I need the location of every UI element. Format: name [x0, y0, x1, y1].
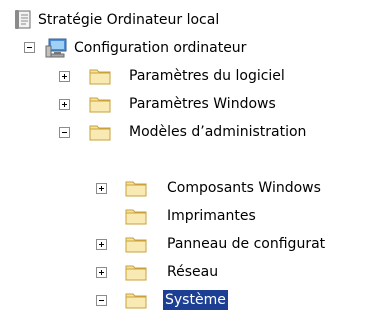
tree-node-root[interactable]: Stratégie Ordinateur local [0, 6, 389, 34]
collapse-toggle[interactable] [96, 295, 107, 306]
tree-node-label: Imprimantes [167, 208, 256, 224]
folder-icon [88, 93, 112, 115]
tree-node-printers[interactable]: Imprimantes [0, 202, 389, 230]
folder-icon [88, 65, 112, 87]
group-policy-tree: Stratégie Ordinateur local Configuration… [0, 0, 389, 324]
tree-node-label: Paramètres Windows [129, 96, 276, 112]
expand-toggle[interactable] [59, 71, 70, 82]
tree-node-label: Configuration ordinateur [74, 40, 247, 56]
expand-toggle[interactable] [96, 183, 107, 194]
computer-icon [45, 37, 69, 59]
tree-node-system[interactable]: Système [0, 286, 389, 314]
tree-node-computer-configuration[interactable]: Configuration ordinateur [0, 34, 389, 62]
collapse-toggle[interactable] [59, 127, 70, 138]
tree-node-label: Modèles d’administration [129, 124, 307, 140]
tree-node-label: Panneau de configurat [167, 236, 326, 252]
folder-icon [124, 289, 148, 311]
expand-toggle[interactable] [59, 99, 70, 110]
tree-node-label-selected: Système [162, 289, 229, 311]
tree-node-windows-components[interactable]: Composants Windows [0, 174, 389, 202]
tree-node-administrative-templates[interactable]: Modèles d’administration [0, 118, 389, 146]
tree-node-label: Paramètres du logiciel [129, 68, 285, 84]
tree-node-label: Composants Windows [167, 180, 321, 196]
tree-node-label: Stratégie Ordinateur local [38, 12, 220, 28]
folder-icon [124, 233, 148, 255]
folder-icon [88, 121, 112, 143]
tree-node-windows-settings[interactable]: Paramètres Windows [0, 90, 389, 118]
tree-node-label: Réseau [167, 264, 219, 280]
expand-toggle[interactable] [96, 239, 107, 250]
policy-document-icon [14, 9, 34, 31]
folder-icon [124, 177, 148, 199]
expand-toggle[interactable] [96, 267, 107, 278]
folder-icon [124, 261, 148, 283]
collapse-toggle[interactable] [24, 42, 35, 53]
tree-node-control-panel[interactable]: Panneau de configurat [0, 230, 389, 258]
tree-node-software-settings[interactable]: Paramètres du logiciel [0, 62, 389, 90]
tree-node-network[interactable]: Réseau [0, 258, 389, 286]
folder-icon [124, 205, 148, 227]
